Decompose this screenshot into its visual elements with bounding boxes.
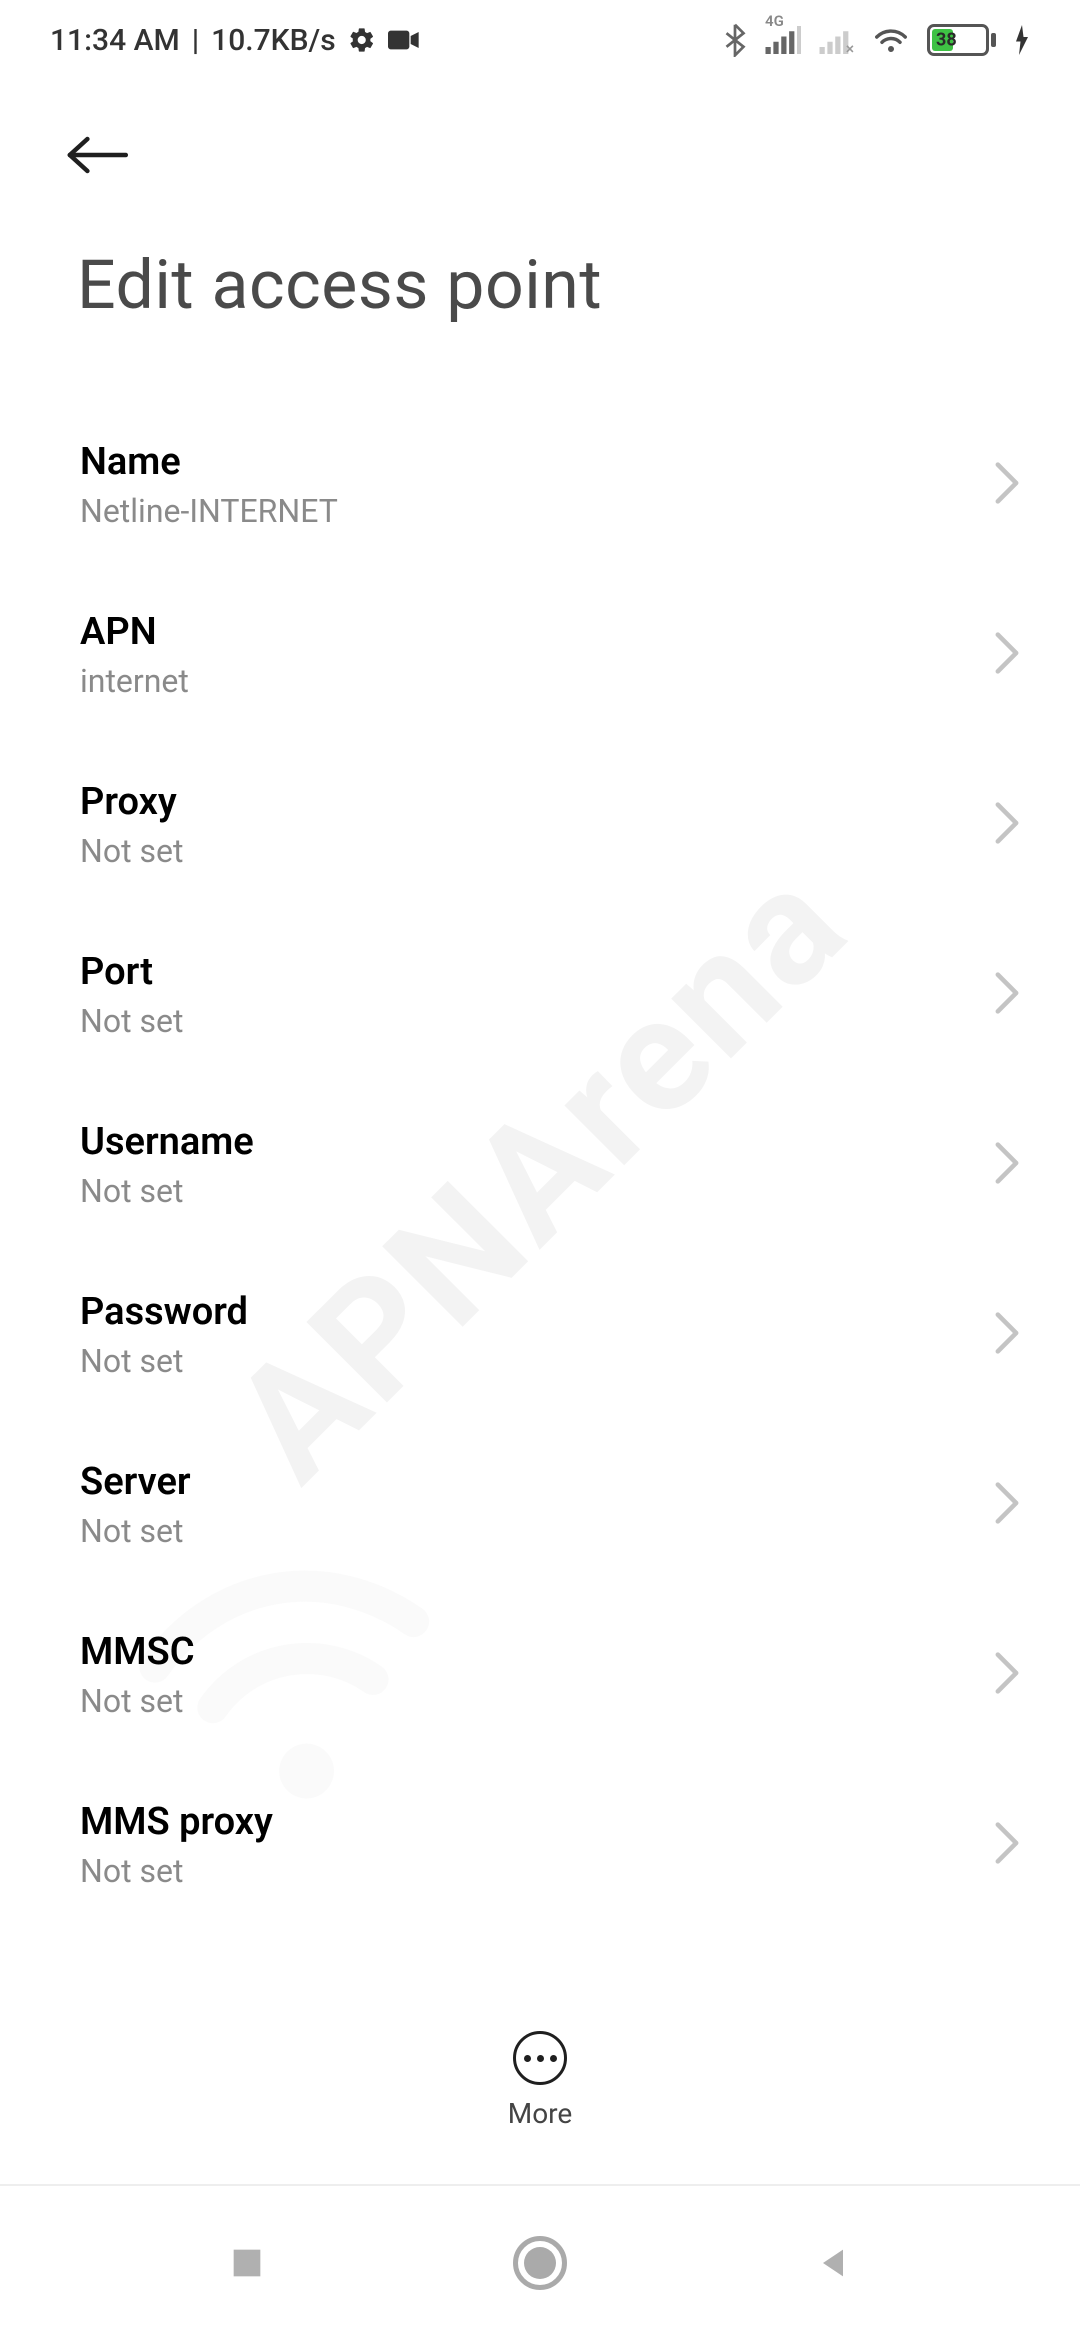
setting-item-password[interactable]: Password Not set [0,1250,1080,1420]
more-icon [513,2031,567,2085]
setting-label: Password [80,1290,248,1334]
wifi-icon [873,25,909,55]
triangle-left-icon [813,2243,853,2283]
setting-item-mmsc[interactable]: MMSC Not set [0,1590,1080,1760]
page-title: Edit access point [77,245,602,325]
chevron-right-icon [994,1311,1020,1359]
setting-text: APN internet [80,610,189,700]
status-bar: 11:34 AM | 10.7KB/s 4G × 38 [0,0,1080,80]
setting-text: Proxy Not set [80,780,183,870]
circle-icon [513,2236,567,2290]
setting-value: Not set [80,1852,273,1890]
nav-back-button[interactable] [773,2223,893,2303]
charging-icon [1014,25,1030,55]
signal-sim2-icon: × [819,26,855,54]
bluetooth-icon [723,23,747,57]
setting-text: Server Not set [80,1460,191,1550]
setting-text: Port Not set [80,950,183,1040]
back-button[interactable] [65,120,135,190]
setting-label: Username [80,1120,254,1164]
setting-value: Not set [80,1002,183,1040]
status-net-speed: 10.7KB/s [211,23,336,58]
setting-item-mms-proxy[interactable]: MMS proxy Not set [0,1760,1080,1930]
settings-list: Name Netline-INTERNET APN internet Proxy Not … [0,400,1080,2025]
more-button[interactable]: More [0,2011,1080,2160]
android-nav-bar [0,2184,1080,2340]
setting-item-proxy[interactable]: Proxy Not set [0,740,1080,910]
chevron-right-icon [994,461,1020,509]
camera-icon [388,28,420,52]
arrow-left-icon [65,135,129,175]
setting-label: Server [80,1460,191,1504]
more-label: More [508,2097,573,2130]
setting-item-name[interactable]: Name Netline-INTERNET [0,400,1080,570]
setting-item-apn[interactable]: APN internet [0,570,1080,740]
status-time: 11:34 AM [50,23,180,58]
chevron-right-icon [994,631,1020,679]
setting-label: APN [80,610,189,654]
setting-label: Port [80,950,183,994]
chevron-right-icon [994,1651,1020,1699]
setting-value: internet [80,662,189,700]
nav-home-button[interactable] [480,2223,600,2303]
setting-value: Netline-INTERNET [80,492,338,530]
setting-item-username[interactable]: Username Not set [0,1080,1080,1250]
setting-value: Not set [80,832,183,870]
setting-text: MMS proxy Not set [80,1800,273,1890]
network-type-badge: 4G [765,12,784,30]
status-divider: | [192,23,199,58]
status-right-group: 4G × 38 [723,23,1030,57]
setting-label: MMSC [80,1630,195,1674]
chevron-right-icon [994,1141,1020,1189]
setting-value: Not set [80,1172,254,1210]
svg-text:×: × [846,39,854,54]
setting-text: Name Netline-INTERNET [80,440,338,530]
setting-label: Name [80,440,338,484]
setting-text: Password Not set [80,1290,248,1380]
nav-recents-button[interactable] [187,2223,307,2303]
chevron-right-icon [994,971,1020,1019]
chevron-right-icon [994,801,1020,849]
signal-sim1-icon: 4G [765,26,801,54]
gear-icon [348,26,376,54]
chevron-right-icon [994,1481,1020,1529]
setting-text: MMSC Not set [80,1630,195,1720]
setting-label: MMS proxy [80,1800,273,1844]
status-left-group: 11:34 AM | 10.7KB/s [50,23,420,58]
setting-label: Proxy [80,780,183,824]
setting-item-server[interactable]: Server Not set [0,1420,1080,1590]
app-header [65,120,135,190]
chevron-right-icon [994,1821,1020,1869]
battery-percent: 38 [936,30,957,51]
square-icon [227,2243,267,2283]
setting-value: Not set [80,1512,191,1550]
setting-value: Not set [80,1682,195,1720]
setting-value: Not set [80,1342,248,1380]
setting-text: Username Not set [80,1120,254,1210]
battery-indicator: 38 [927,24,996,56]
setting-item-port[interactable]: Port Not set [0,910,1080,1080]
